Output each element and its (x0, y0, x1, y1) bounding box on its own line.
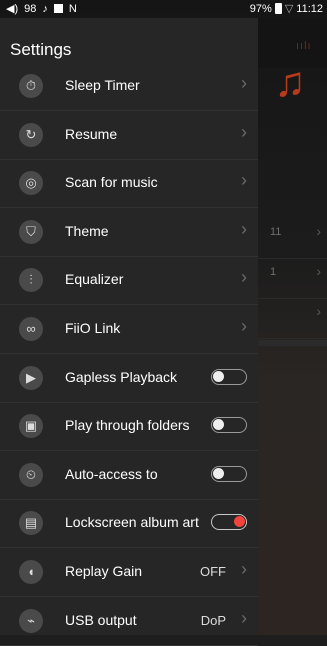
divider (258, 340, 327, 346)
settings-item-play-through-folders[interactable]: ▣ Play through folders (0, 402, 258, 452)
audio-bars-icon: ıılı (296, 40, 312, 52)
settings-item-label: FiiO Link (65, 320, 121, 336)
toggle-switch[interactable] (211, 514, 247, 531)
toggle-knob (213, 370, 224, 382)
toggle-knob (213, 419, 224, 431)
settings-item-equalizer[interactable]: ⫶ Equalizer › (0, 256, 258, 306)
equalizer-icon: ⫶ (19, 268, 43, 293)
settings-item-scan-for-music[interactable]: ◎ Scan for music › (0, 159, 258, 209)
settings-item-label: Scan for music (65, 174, 158, 191)
chevron-right-icon: › (241, 316, 247, 336)
settings-item-value: OFF (200, 564, 226, 579)
status-bar: ◀) 98 ♪ N 97% ▽ 11:12 (0, 0, 327, 18)
chevron-right-icon: › (316, 263, 321, 279)
settings-item-usb-output[interactable]: ⌁ USB output DoP › (0, 597, 258, 646)
folder-play-icon: ▣ (19, 414, 43, 439)
chevron-right-icon: › (241, 607, 247, 628)
auto-play-icon: ⏲ (19, 462, 43, 487)
background-row-count: 11 (270, 226, 282, 238)
timer-icon: ⏱ (19, 74, 43, 98)
settings-drawer: Settings ⏱ Sleep Timer › ↻ Resume › ◎ Scan for … (0, 18, 258, 646)
shirt-icon: ⛉ (19, 219, 43, 244)
settings-item-value: DoP (200, 612, 226, 628)
clock: 11:12 (296, 2, 323, 15)
settings-item-theme[interactable]: ⛉ Theme › (0, 208, 258, 257)
battery-icon (274, 3, 282, 14)
chevron-right-icon: › (241, 559, 247, 579)
settings-item-label: Theme (65, 222, 109, 239)
toggle-switch[interactable] (211, 417, 247, 434)
background-row[interactable]: › (258, 290, 327, 339)
toggle-knob (213, 467, 224, 479)
settings-item-label: Lockscreen album art (65, 514, 199, 531)
settings-item-label: Replay Gain (65, 563, 143, 579)
image-icon (53, 4, 63, 13)
settings-item-lockscreen-album-art[interactable]: ▤ Lockscreen album art (0, 499, 258, 549)
settings-item-label: Play through folders (65, 417, 190, 434)
chevron-right-icon: › (241, 170, 247, 191)
play-icon: ▶ (19, 365, 43, 390)
chevron-right-icon: › (316, 223, 321, 239)
settings-item-sleep-timer[interactable]: ⏱ Sleep Timer › (0, 62, 258, 111)
chevron-right-icon: › (241, 218, 247, 239)
music-note-icon: ♫ (274, 58, 306, 105)
settings-item-gapless-playback[interactable]: ▶ Gapless Playback (0, 354, 258, 403)
settings-item-fiio-link[interactable]: ∞ FiiO Link › (0, 305, 258, 354)
battery-percent: 97% (249, 2, 272, 15)
settings-item-auto-access-to[interactable]: ⏲ Auto-access to (0, 451, 258, 500)
volume-level: 98 (24, 2, 37, 15)
chevron-right-icon: › (316, 303, 321, 319)
drawer-title: Settings (10, 40, 72, 59)
background-row-count: 1 (270, 266, 277, 278)
settings-item-label: Resume (65, 125, 118, 142)
lockscreen-icon: ▤ (19, 511, 43, 536)
settings-item-label: USB output (65, 611, 137, 628)
wifi-icon: ▽ (284, 3, 294, 15)
resume-icon: ↻ (19, 122, 43, 147)
notification-icon: ♪ (42, 2, 48, 15)
scan-icon: ◎ (19, 171, 43, 196)
chevron-right-icon: › (241, 73, 247, 93)
chevron-right-icon: › (241, 267, 247, 288)
toggle-switch[interactable] (211, 368, 247, 385)
volume-icon: ◀) (6, 3, 19, 15)
toggle-switch[interactable] (211, 465, 247, 482)
settings-item-resume[interactable]: ↻ Resume › (0, 111, 258, 160)
nfc-icon: N (68, 2, 77, 15)
settings-item-replay-gain[interactable]: ◖ Replay Gain OFF › (0, 548, 258, 597)
settings-item-label: Sleep Timer (65, 77, 140, 93)
chevron-right-icon: › (241, 121, 247, 142)
settings-item-label: Auto-access to (65, 465, 158, 482)
replay-gain-icon: ◖ (19, 560, 43, 584)
settings-item-label: Gapless Playback (65, 368, 178, 385)
usb-icon: ⌁ (19, 608, 43, 633)
link-icon: ∞ (19, 317, 43, 341)
toggle-knob (234, 516, 245, 528)
settings-item-label: Equalizer (65, 271, 124, 288)
